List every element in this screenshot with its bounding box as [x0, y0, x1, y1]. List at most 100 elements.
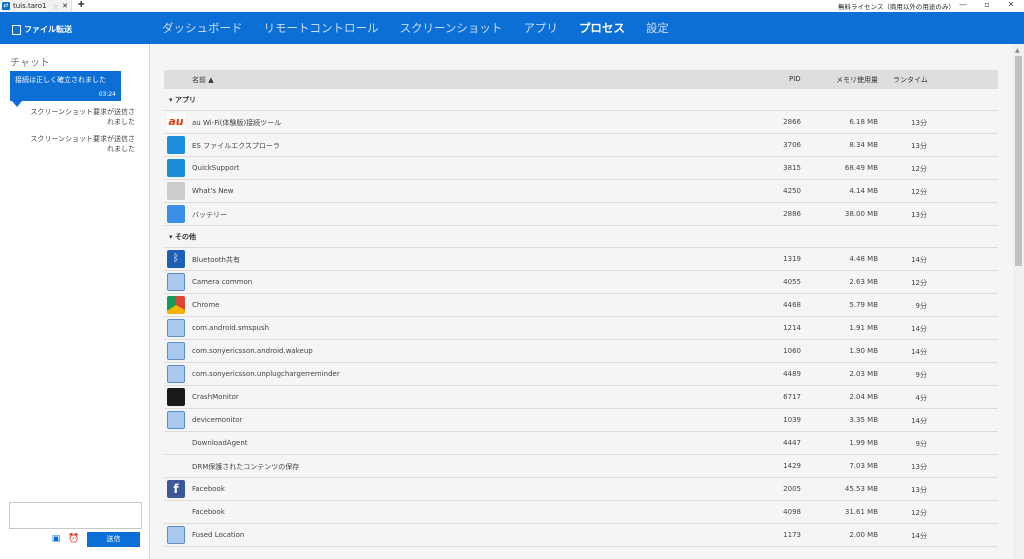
table-row[interactable]: Fused Location 1173 2.00 MB 14分 [164, 524, 998, 547]
chat-system-message: スクリーンショット要求が送信されました [30, 108, 135, 126]
group-header[interactable]: ▾ アプリ [164, 89, 998, 111]
table-row[interactable]: DownloadAgent 4447 1.99 MB 9分 [164, 432, 998, 455]
process-runtime: 13分 [911, 119, 927, 127]
process-name: devicemonitor [192, 416, 243, 424]
quicksupport-icon [167, 159, 185, 177]
generic-app-icon [167, 273, 185, 291]
table-row[interactable]: com.android.smspush 1214 1.91 MB 14分 [164, 317, 998, 340]
scrollbar-thumb[interactable] [1015, 56, 1022, 266]
table-row[interactable]: Camera common 4055 2.63 MB 12分 [164, 271, 998, 294]
column-runtime[interactable]: ランタイム [893, 75, 928, 85]
process-name: com.sonyericsson.android.wakeup [192, 347, 313, 355]
process-runtime: 14分 [911, 256, 927, 264]
main-nav: ダッシュボード リモートコントロール スクリーンショット アプリ プロセス 設定 [162, 12, 690, 44]
send-button[interactable]: 送信 [87, 532, 140, 547]
column-memory[interactable]: メモリ使用量 [836, 75, 878, 85]
close-window-button[interactable]: ✕ [1002, 0, 1020, 9]
process-pid: 3706 [783, 141, 801, 149]
table-row[interactable]: devicemonitor 1039 3.35 MB 14分 [164, 409, 998, 432]
table-row[interactable]: DRM保護されたコンテンツの保存 1429 7.03 MB 13分 [164, 455, 998, 478]
process-pid: 2005 [783, 485, 801, 493]
process-pid: 4489 [783, 370, 801, 378]
table-row[interactable]: CrashMonitor 6717 2.04 MB 4分 [164, 386, 998, 409]
process-name: au Wi-Fi(体験版)接続ツール [192, 119, 282, 127]
nav-dashboard[interactable]: ダッシュボード [162, 20, 243, 36]
process-runtime: 12分 [911, 279, 927, 287]
process-memory: 4.14 MB [849, 187, 878, 195]
process-runtime: 9分 [915, 302, 927, 310]
send-screenshot-icon[interactable]: ▣ [50, 533, 62, 545]
generic-app-icon [167, 342, 185, 360]
process-runtime: 13分 [911, 142, 927, 150]
process-runtime: 14分 [911, 348, 927, 356]
nav-screenshot[interactable]: スクリーンショット [400, 20, 503, 36]
table-row[interactable]: com.sonyericsson.unplugchargerreminder 44… [164, 363, 998, 386]
session-tab[interactable]: ⇄ tuis.taro1 ☆ ✕ [0, 0, 72, 12]
alert-icon[interactable]: ⏰ [68, 533, 80, 545]
process-pid: 1214 [783, 324, 801, 332]
scroll-up-icon[interactable]: ▲ [1015, 47, 1020, 54]
chrome-icon [167, 296, 185, 314]
generic-app-icon [167, 365, 185, 383]
table-row[interactable]: ES ファイルエクスプローラ 3706 8.34 MB 13分 [164, 134, 998, 157]
file-transfer-label: ファイル転送 [24, 25, 72, 34]
process-memory: 2.00 MB [849, 531, 878, 539]
process-name: What's New [192, 187, 234, 195]
close-tab-icon[interactable]: ✕ [62, 2, 68, 10]
process-runtime: 14分 [911, 417, 927, 425]
column-name[interactable]: 名前 ▲ [192, 75, 214, 85]
table-row[interactable]: au au Wi-Fi(体験版)接続ツール 2866 6.18 MB 13分 [164, 111, 998, 134]
table-row[interactable]: QuickSupport 3815 68.49 MB 12分 [164, 157, 998, 180]
minimize-button[interactable]: — [954, 0, 972, 9]
column-pid[interactable]: PID [789, 75, 801, 83]
chat-bubble-time: 03:24 [98, 91, 116, 98]
process-pid: 1319 [783, 255, 801, 263]
process-pid: 3815 [783, 164, 801, 172]
process-name: Bluetooth共有 [192, 256, 240, 264]
file-transfer-button[interactable]: ファイル転送 [12, 24, 72, 35]
chat-bubble-tail [12, 101, 22, 107]
table-row[interactable]: Facebook 4098 31.61 MB 12分 [164, 501, 998, 524]
vertical-scrollbar[interactable]: ▲ [1013, 44, 1024, 559]
nav-remote-control[interactable]: リモートコントロール [264, 20, 379, 36]
process-name: Camera common [192, 278, 253, 286]
process-runtime: 12分 [911, 188, 927, 196]
nav-processes[interactable]: プロセス [579, 20, 625, 36]
process-memory: 2.63 MB [849, 278, 878, 286]
table-row[interactable]: ᛒ Bluetooth共有 1319 4.48 MB 14分 [164, 248, 998, 271]
nav-apps[interactable]: アプリ [523, 20, 558, 36]
process-pid: 4055 [783, 278, 801, 286]
maximize-button[interactable]: ▫ [978, 0, 996, 9]
process-name: バッテリー [192, 211, 227, 219]
generic-app-icon [167, 319, 185, 337]
process-memory: 1.99 MB [849, 439, 878, 447]
favorite-star-icon[interactable]: ☆ [52, 2, 59, 11]
chat-input[interactable] [9, 502, 142, 529]
au-wifi-icon: au [167, 113, 185, 131]
teamviewer-icon: ⇄ [2, 2, 10, 10]
table-row[interactable]: バッテリー 2886 38.00 MB 13分 [164, 203, 998, 226]
crashmonitor-icon [167, 388, 185, 406]
no-icon [167, 434, 185, 452]
process-name: Chrome [192, 301, 220, 309]
process-name: Facebook [192, 485, 225, 493]
process-pid: 2866 [783, 118, 801, 126]
process-pid: 4447 [783, 439, 801, 447]
nav-settings[interactable]: 設定 [646, 20, 669, 36]
process-runtime: 12分 [911, 165, 927, 173]
process-runtime: 14分 [911, 532, 927, 540]
table-row[interactable]: f Facebook 2005 45.53 MB 13分 [164, 478, 998, 501]
file-transfer-icon [12, 24, 21, 35]
process-runtime: 9分 [915, 371, 927, 379]
table-row[interactable]: com.sonyericsson.android.wakeup 1060 1.90 … [164, 340, 998, 363]
new-tab-button[interactable]: + [77, 0, 85, 10]
process-memory: 68.49 MB [844, 164, 878, 172]
process-name: QuickSupport [192, 164, 240, 172]
process-runtime: 13分 [911, 463, 927, 471]
process-name: ES ファイルエクスプローラ [192, 142, 280, 150]
table-row[interactable]: Chrome 4468 5.79 MB 9分 [164, 294, 998, 317]
process-pid: 4250 [783, 187, 801, 195]
group-header[interactable]: ▾ その他 [164, 226, 998, 248]
es-file-explorer-icon [167, 136, 185, 154]
table-row[interactable]: What's New 4250 4.14 MB 12分 [164, 180, 998, 203]
